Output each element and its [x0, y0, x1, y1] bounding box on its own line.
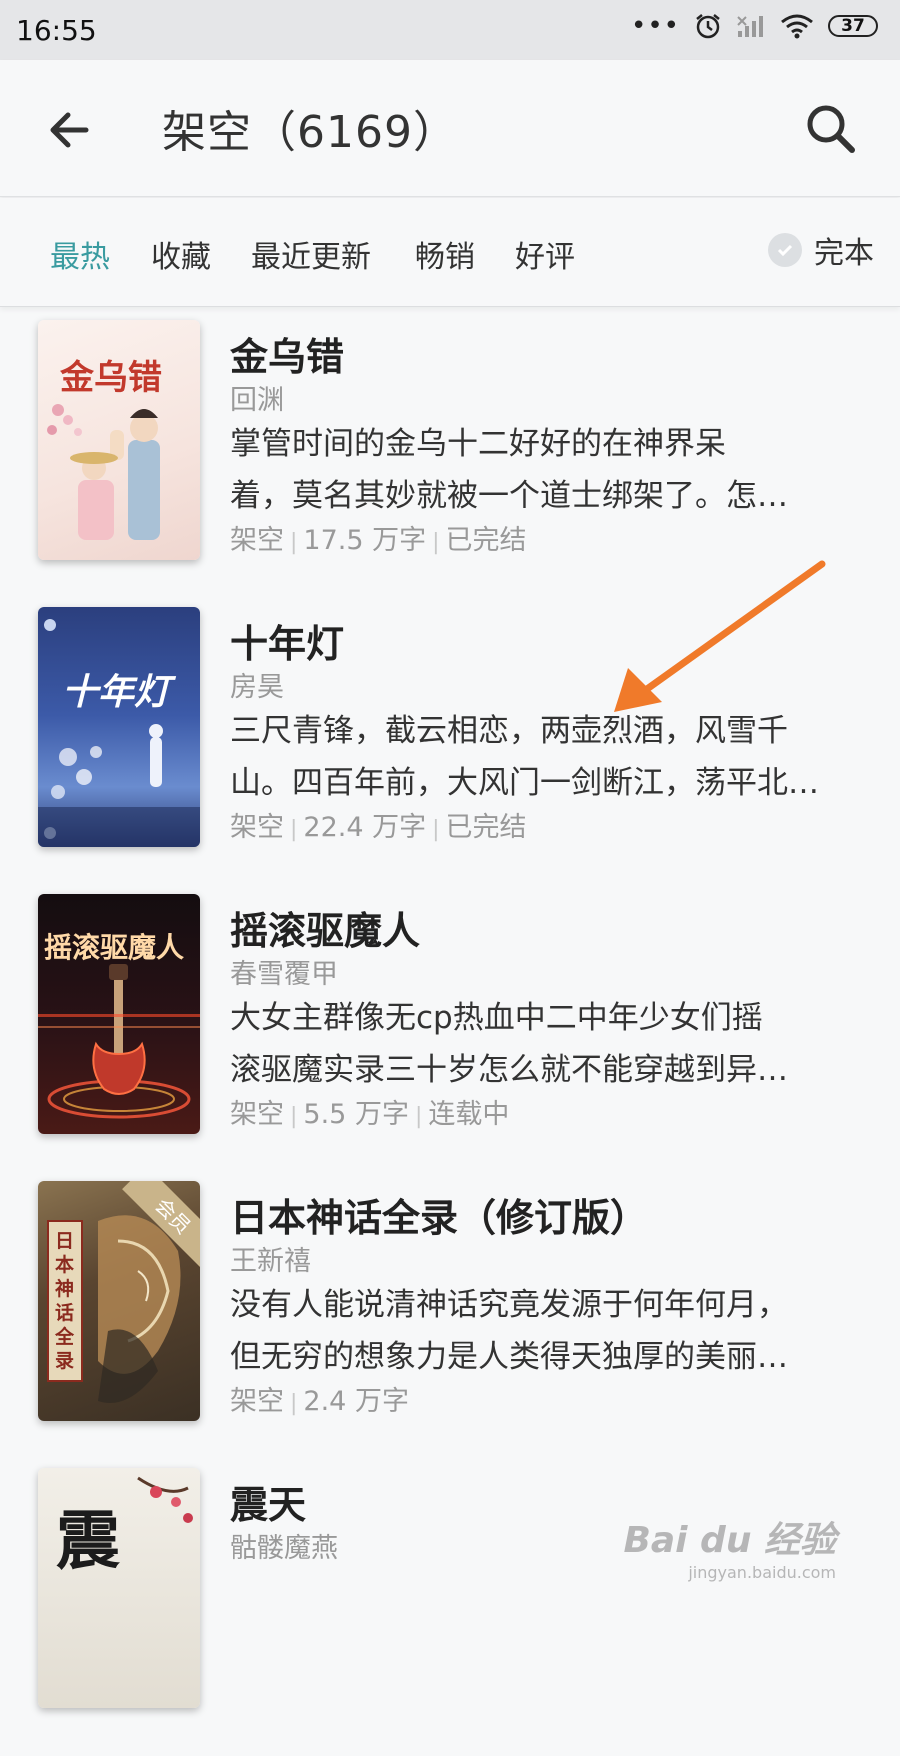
- book-word-count: 2.4 万字: [303, 1386, 409, 1417]
- separator: |: [432, 530, 440, 555]
- book-title[interactable]: 震天: [230, 1474, 306, 1529]
- book-word-count: 5.5 万字: [303, 1099, 409, 1130]
- signal-icon: [737, 16, 763, 37]
- book-word-count: 17.5 万字: [303, 525, 427, 556]
- page-title: 架空（6169）: [162, 107, 458, 158]
- description-line: 大女主群像无cp热血中二中年少女们摇: [230, 1000, 763, 1036]
- annotation-arrow: [614, 560, 826, 712]
- back-arrow-icon[interactable]: [42, 102, 98, 158]
- book-status: 已完结: [445, 525, 527, 556]
- separator: |: [290, 817, 298, 842]
- description-line: 山。四百年前，大风门一剑断江，荡平北…: [230, 765, 819, 801]
- book-cover[interactable]: 十年灯: [38, 607, 200, 847]
- separator: |: [290, 1391, 298, 1416]
- book-status: 连载中: [428, 1099, 510, 1130]
- book-description: 没有人能说清神话究竟发源于何年何月， 但无穷的想象力是人类得天独厚的美丽…: [230, 1279, 870, 1383]
- wifi-icon: [781, 14, 813, 39]
- complete-filter-toggle[interactable]: 完本: [768, 228, 874, 272]
- book-title[interactable]: 摇滚驱魔人: [230, 900, 420, 955]
- description-line: 没有人能说清神话究竟发源于何年何月，: [230, 1287, 788, 1323]
- book-meta: 架空 | 2.4 万字: [230, 1379, 409, 1418]
- book-author: 王新禧: [230, 1246, 311, 1277]
- tab-top-rated[interactable]: 好评: [515, 232, 575, 276]
- separator: |: [414, 1104, 423, 1129]
- book-category: 架空: [230, 525, 284, 556]
- status-time: 16:55: [16, 14, 97, 47]
- book-meta: 架空 | 17.5 万字 | 已完结: [230, 518, 527, 557]
- description-line: 但无穷的想象力是人类得天独厚的美丽…: [230, 1339, 788, 1375]
- cover-art-image: [38, 619, 200, 847]
- book-author: 春雪覆甲: [230, 959, 338, 990]
- tab-recent-update[interactable]: 最近更新: [251, 232, 371, 276]
- book-category: 架空: [230, 1386, 284, 1417]
- book-description: 大女主群像无cp热血中二中年少女们摇 滚驱魔实录三十岁怎么就不能穿越到异…: [230, 992, 870, 1096]
- book-category: 架空: [230, 1099, 284, 1130]
- book-description: 三尺青锋，截云相恋，两壶烈酒，风雪千 山。四百年前，大风门一剑断江，荡平北…: [230, 705, 870, 809]
- book-cover[interactable]: 震: [38, 1468, 200, 1708]
- separator: |: [432, 817, 440, 842]
- status-icons: ••• 37: [631, 12, 878, 40]
- tab-hottest[interactable]: 最热: [50, 232, 110, 276]
- book-author: 回渊: [230, 385, 284, 416]
- app-header: 架空（6169）: [0, 60, 900, 197]
- book-title[interactable]: 金乌错: [230, 326, 344, 381]
- book-status: 已完结: [445, 812, 527, 843]
- book-title[interactable]: 十年灯: [230, 613, 344, 668]
- tab-favorites[interactable]: 收藏: [151, 232, 211, 276]
- separator: |: [290, 1104, 298, 1129]
- book-description: 掌管时间的金乌十二好好的在神界呆 着，莫名其妙就被一个道士绑架了。怎…: [230, 418, 870, 522]
- watermark-url: jingyan.baidu.com: [688, 1563, 836, 1582]
- cover-text: 摇滚驱魔人: [44, 931, 185, 964]
- complete-label: 完本: [814, 236, 874, 271]
- description-line: 掌管时间的金乌十二好好的在神界呆: [230, 426, 726, 462]
- description-line: 滚驱魔实录三十岁怎么就不能穿越到异…: [230, 1052, 788, 1088]
- check-icon: [768, 233, 802, 267]
- more-dots: •••: [630, 11, 680, 41]
- book-cover[interactable]: 日本神话全录 会员: [38, 1181, 200, 1421]
- separator: |: [290, 530, 298, 555]
- status-bar: 16:55 ••• 37: [0, 0, 900, 60]
- description-line: 着，莫名其妙就被一个道士绑架了。怎…: [230, 478, 788, 514]
- cover-text: 金乌错: [60, 358, 162, 398]
- watermark: Bai du 经验 jingyan.baidu.com: [623, 1511, 836, 1582]
- book-author: 骷髅魔燕: [230, 1533, 338, 1564]
- book-meta: 架空 | 5.5 万字 | 连载中: [230, 1092, 509, 1131]
- cover-text: 日本神话全录: [55, 1230, 75, 1372]
- watermark-logo: Bai du 经验: [623, 1520, 836, 1561]
- cover-text: 十年灯: [62, 671, 171, 713]
- book-meta: 架空 | 22.4 万字 | 已完结: [230, 805, 527, 844]
- book-word-count: 22.4 万字: [303, 812, 427, 843]
- book-item[interactable]: 日本神话全录 会员 日本神话全录（修订版） 王新禧 没有人能说清神话究竟发源于何…: [0, 1181, 900, 1469]
- alarm-icon: [696, 14, 720, 39]
- book-title[interactable]: 日本神话全录（修订版）: [230, 1187, 648, 1242]
- battery-indicator: 37: [828, 15, 878, 37]
- filter-bar: 最热 收藏 最近更新 畅销 好评 完本: [0, 198, 900, 307]
- book-author: 房昊: [230, 672, 284, 703]
- tab-bestselling[interactable]: 畅销: [415, 232, 475, 276]
- search-icon[interactable]: [802, 100, 860, 158]
- cover-text: 震: [56, 1504, 120, 1579]
- book-cover[interactable]: 摇滚驱魔人: [38, 894, 200, 1134]
- book-cover[interactable]: 金乌错: [38, 320, 200, 560]
- book-category: 架空: [230, 812, 284, 843]
- book-item[interactable]: 摇滚驱魔人 摇滚驱魔人 春雪覆甲 大女主群像无cp热血中二中年少女们摇 滚驱魔实…: [0, 894, 900, 1182]
